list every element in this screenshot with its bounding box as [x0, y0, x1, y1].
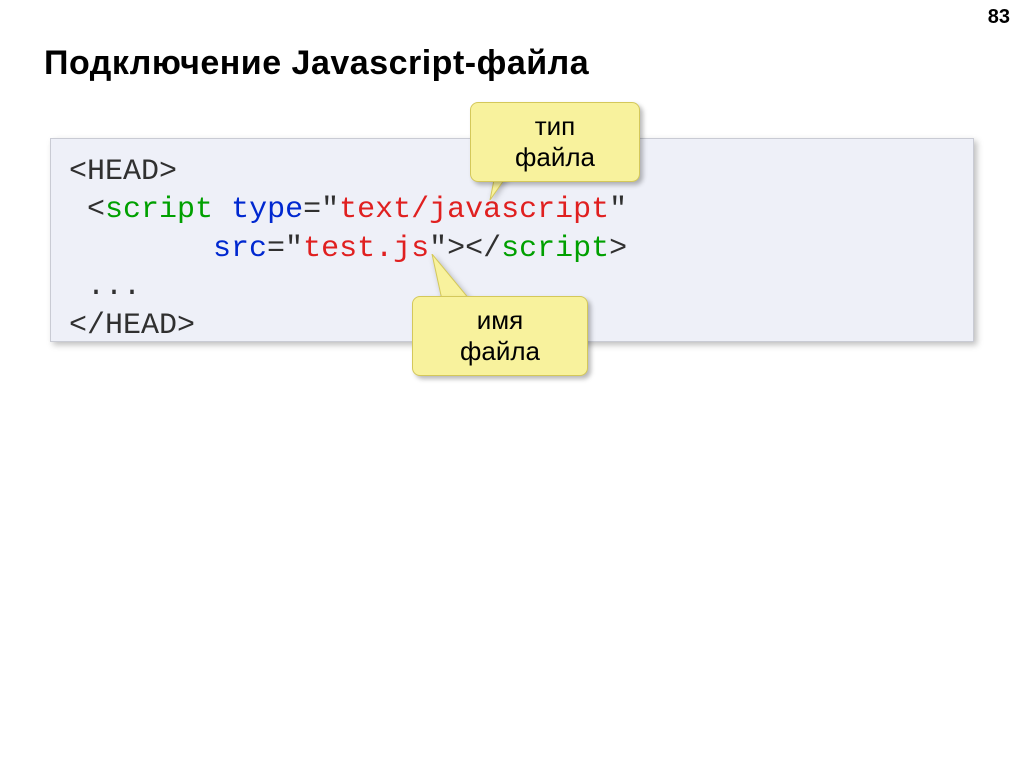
page-number: 83: [988, 6, 1010, 29]
code-l3-qgt: ">: [429, 232, 465, 266]
code-l3-gt: >: [609, 232, 627, 266]
code-l2-val-type: text/javascript: [339, 193, 609, 227]
code-l2-q: ": [609, 193, 627, 227]
slide-title: Подключение Javascript-файла: [44, 44, 589, 83]
code-l2-tag: script: [105, 193, 213, 227]
callout-file-name: имя файла: [412, 296, 588, 376]
code-l2-eq: =": [303, 193, 339, 227]
code-l4: ...: [69, 270, 141, 304]
callout-file-type: тип файла: [470, 102, 640, 182]
code-l3-eq: =": [267, 232, 303, 266]
slide: { "page_number": "83", "title": "Подключ…: [0, 0, 1024, 767]
code-l3-clo: </: [465, 232, 501, 266]
code-l3-tag: script: [501, 232, 609, 266]
code-head-open: <HEAD>: [69, 155, 177, 189]
code-head-close: </HEAD>: [69, 309, 195, 343]
code-l3-indent: [69, 232, 213, 266]
code-l3-attr-src: src: [213, 232, 267, 266]
code-l3-val-src: test.js: [303, 232, 429, 266]
code-l2-indent: <: [69, 193, 105, 227]
code-l2-attr-type: type: [231, 193, 303, 227]
code-l2-sp: [213, 193, 231, 227]
